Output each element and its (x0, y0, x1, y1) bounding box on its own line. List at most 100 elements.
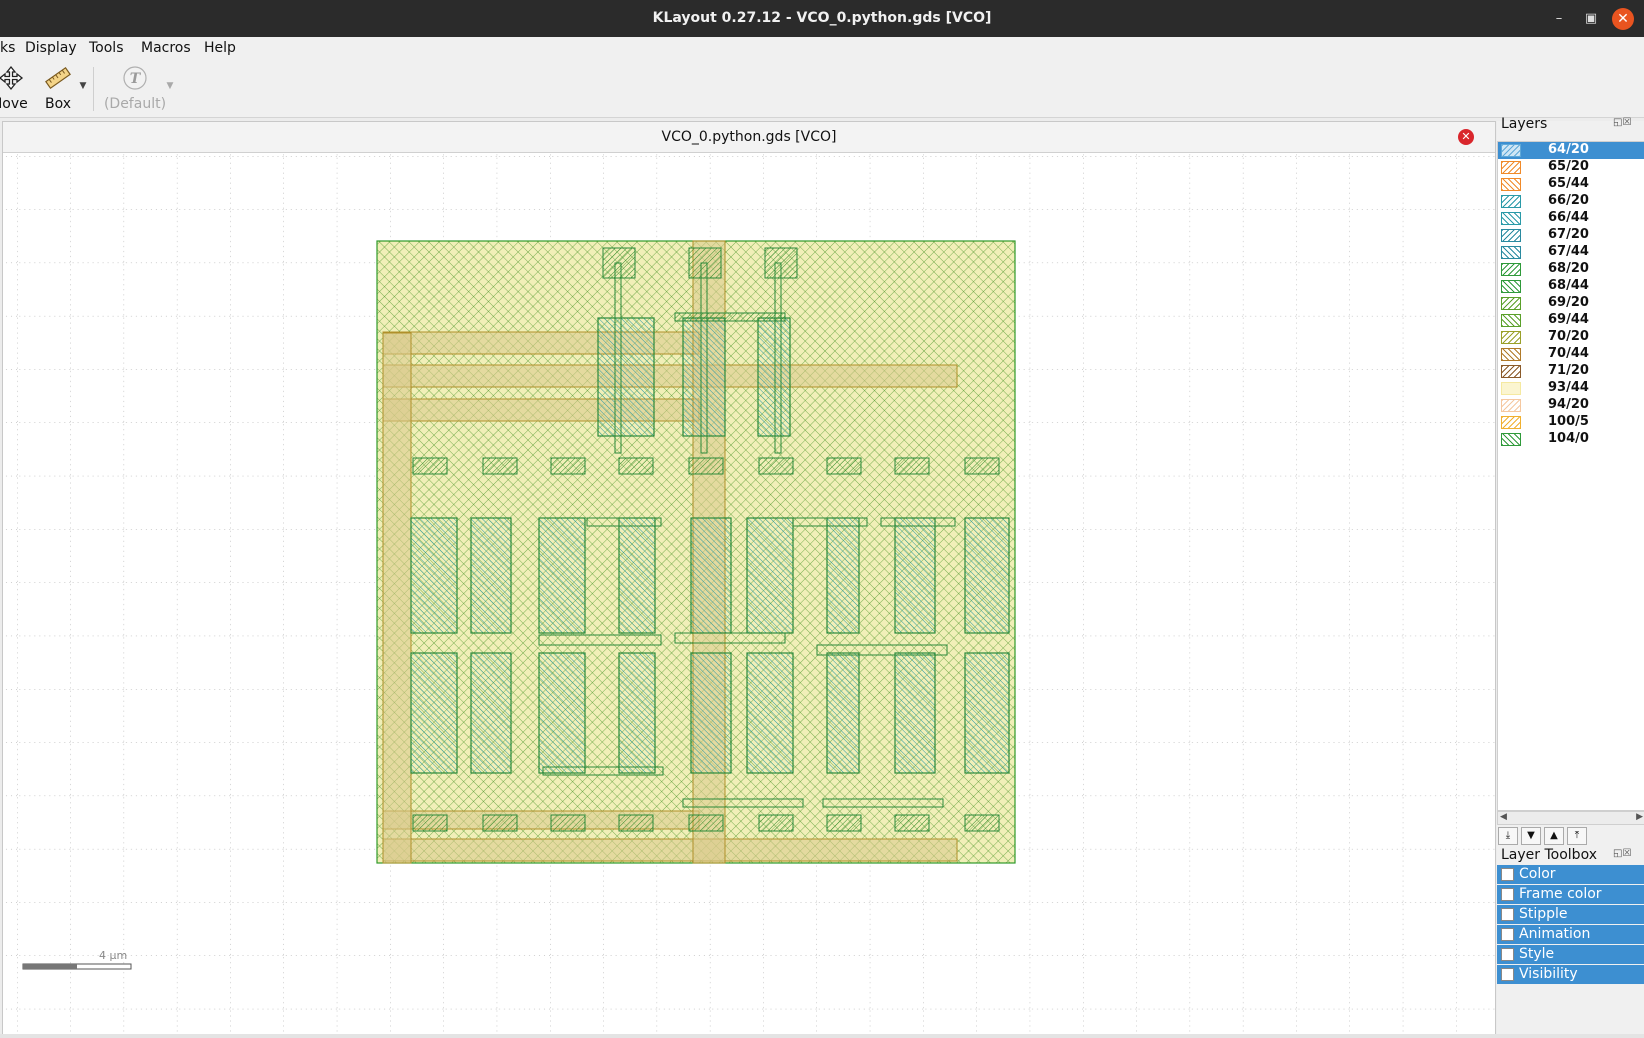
layer-name: 68/44 (1548, 278, 1589, 293)
layer-item[interactable]: 68/20 (1498, 261, 1644, 278)
layer-item[interactable]: 69/44 (1498, 312, 1644, 329)
scroll-right-icon[interactable]: ▶ (1636, 812, 1643, 822)
layer-swatch (1501, 348, 1521, 361)
layer-item[interactable]: 64/20 (1498, 142, 1644, 159)
menu-bar: ks Display Tools Macros Help (0, 37, 1644, 61)
toolbox-stipple[interactable]: Stipple (1497, 905, 1644, 924)
layer-swatch (1501, 144, 1521, 157)
minimize-icon[interactable]: – (1548, 8, 1570, 30)
layers-horizontal-scrollbar[interactable]: ◀ ▶ (1497, 811, 1644, 825)
maximize-icon[interactable]: ▣ (1580, 8, 1602, 30)
layer-name: 70/20 (1548, 329, 1589, 344)
layer-item[interactable]: 71/20 (1498, 363, 1644, 380)
toolbox-frame-color[interactable]: Frame color (1497, 885, 1644, 904)
layer-item[interactable]: 65/44 (1498, 176, 1644, 193)
layer-name: 65/44 (1548, 176, 1589, 191)
layer-name: 66/44 (1548, 210, 1589, 225)
layer-item[interactable]: 66/44 (1498, 210, 1644, 227)
checkbox[interactable] (1501, 888, 1514, 901)
layer-swatch (1501, 314, 1521, 327)
layer-item[interactable]: 69/20 (1498, 295, 1644, 312)
layers-title: Layers (1501, 116, 1548, 132)
layer-toolbox-title: Layer Toolbox (1501, 847, 1597, 863)
checkbox[interactable] (1501, 908, 1514, 921)
document-tab[interactable]: VCO_0.python.gds [VCO] ✕ (3, 122, 1495, 153)
layer-swatch (1501, 416, 1521, 429)
layer-item[interactable]: 94/20 (1498, 397, 1644, 414)
ruler-icon (45, 67, 71, 89)
menu-macros[interactable]: Macros (141, 40, 191, 56)
toolbox-float-icon[interactable]: ◱☒ (1613, 848, 1631, 859)
toolbox-label: Stipple (1519, 906, 1568, 922)
layer-swatch (1501, 178, 1521, 191)
layer-list[interactable]: 64/20 65/20 65/44 66/20 66/44 67/20 67/4… (1497, 141, 1644, 811)
toolbar-separator (93, 67, 94, 111)
text-dropdown-icon[interactable]: ▼ (165, 81, 175, 91)
checkbox[interactable] (1501, 968, 1514, 981)
checkbox[interactable] (1501, 948, 1514, 961)
layer-swatch (1501, 280, 1521, 293)
layer-swatch (1501, 331, 1521, 344)
layer-item[interactable]: 100/5 (1498, 414, 1644, 431)
menu-tools[interactable]: Tools (89, 40, 124, 56)
layer-swatch (1501, 382, 1521, 395)
toolbox-style[interactable]: Style (1497, 945, 1644, 964)
toolbox-label: Frame color (1519, 886, 1602, 902)
toolbox-animation[interactable]: Animation (1497, 925, 1644, 944)
document-tab-title: VCO_0.python.gds [VCO] (661, 129, 837, 145)
layer-item[interactable]: 93/44 (1498, 380, 1644, 397)
move-layer-bottom-icon[interactable]: ⤓ (1498, 827, 1518, 845)
layer-swatch (1501, 263, 1521, 276)
box-button[interactable]: Box (40, 63, 76, 115)
layer-name: 100/5 (1548, 414, 1589, 429)
move-layer-up-icon[interactable]: ▲ (1544, 827, 1564, 845)
layer-item[interactable]: 66/20 (1498, 193, 1644, 210)
move-label: Move (0, 96, 28, 112)
text-button[interactable]: T (Default) (100, 63, 170, 115)
layer-item[interactable]: 67/20 (1498, 227, 1644, 244)
toolbox-visibility[interactable]: Visibility (1497, 965, 1644, 984)
layer-swatch (1501, 297, 1521, 310)
layout-canvas[interactable]: 4 µm (3, 153, 1495, 1035)
toolbar: Move Box ▼ T (Default) ▼ (0, 61, 1644, 118)
panel-float-icon[interactable]: ◱☒ (1613, 117, 1631, 128)
move-icon (0, 65, 24, 91)
layer-item[interactable]: 104/0 (1498, 431, 1644, 448)
status-bar (0, 1034, 1644, 1038)
layer-swatch (1501, 433, 1521, 446)
scroll-left-icon[interactable]: ◀ (1500, 812, 1507, 822)
layer-item[interactable]: 67/44 (1498, 244, 1644, 261)
transistor-row-top[interactable] (410, 517, 1010, 634)
layout-drawing[interactable]: 4 µm (3, 153, 1495, 1035)
move-button[interactable]: Move (0, 63, 32, 115)
scale-bar-label: 4 µm (99, 949, 127, 962)
move-layer-top-icon[interactable]: ⤒ (1567, 827, 1587, 845)
layer-item[interactable]: 65/20 (1498, 159, 1644, 176)
toolbox-label: Color (1519, 866, 1556, 882)
close-icon[interactable]: ✕ (1612, 8, 1634, 30)
box-dropdown-icon[interactable]: ▼ (78, 81, 88, 91)
layer-swatch (1501, 229, 1521, 242)
window-title: KLayout 0.27.12 - VCO_0.python.gds [VCO] (652, 10, 992, 26)
checkbox[interactable] (1501, 928, 1514, 941)
menu-help[interactable]: Help (204, 40, 236, 56)
layer-name: 69/44 (1548, 312, 1589, 327)
close-tab-icon[interactable]: ✕ (1458, 129, 1474, 145)
transistor-row-bottom[interactable] (410, 652, 1010, 774)
toolbox-color[interactable]: Color (1497, 865, 1644, 884)
layer-name: 66/20 (1548, 193, 1589, 208)
layers-panel: Layers ◱☒ 64/20 65/20 65/44 66/20 66/44 … (1497, 116, 1644, 1038)
layer-item[interactable]: 70/20 (1498, 329, 1644, 346)
layer-name: 93/44 (1548, 380, 1589, 395)
menu-display[interactable]: Display (25, 40, 77, 56)
text-tool-icon: T (123, 66, 147, 90)
layer-swatch (1501, 212, 1521, 225)
menu-macros-partial[interactable]: ks (0, 40, 15, 56)
layout-document: VCO_0.python.gds [VCO] ✕ 4 µm (2, 121, 1496, 1036)
checkbox[interactable] (1501, 868, 1514, 881)
svg-text:T: T (130, 71, 142, 87)
move-layer-down-icon[interactable]: ▼ (1521, 827, 1541, 845)
layer-item[interactable]: 70/44 (1498, 346, 1644, 363)
layer-name: 65/20 (1548, 159, 1589, 174)
layer-item[interactable]: 68/44 (1498, 278, 1644, 295)
